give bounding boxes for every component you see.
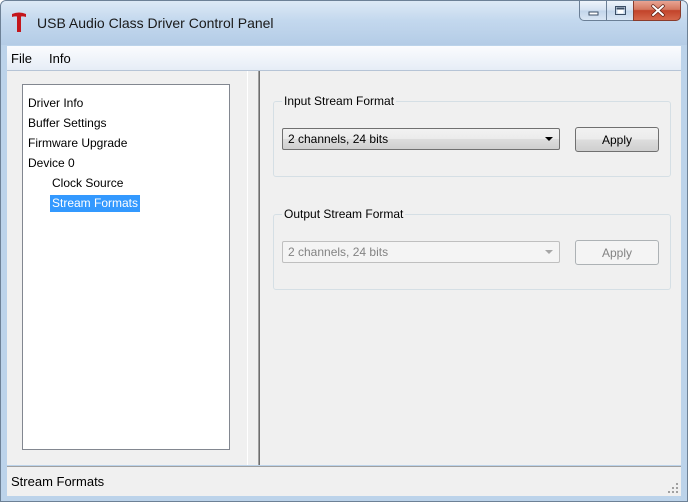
navigation-tree[interactable]: Driver Info Buffer Settings Firmware Upg…: [22, 84, 230, 450]
navigation-pane: Driver Info Buffer Settings Firmware Upg…: [7, 71, 247, 465]
chevron-down-icon: [545, 250, 553, 254]
input-stream-value: 2 channels, 24 bits: [288, 132, 389, 146]
maximize-icon: [615, 6, 626, 15]
output-stream-value: 2 channels, 24 bits: [288, 245, 389, 259]
output-stream-title: Output Stream Format: [282, 207, 406, 221]
menu-file[interactable]: File: [11, 51, 32, 66]
t-logo-icon: [12, 12, 26, 32]
minimize-icon: [588, 11, 599, 16]
input-apply-button[interactable]: Apply: [575, 127, 659, 152]
tree-item-firmware-upgrade[interactable]: Firmware Upgrade: [26, 135, 129, 152]
status-bar: Stream Formats: [7, 466, 681, 496]
minimize-button[interactable]: [579, 1, 606, 21]
tree-item-device-0[interactable]: Device 0: [26, 155, 77, 172]
title-bar[interactable]: USB Audio Class Driver Control Panel: [1, 1, 687, 45]
pane-splitter[interactable]: [247, 71, 259, 465]
tree-item-driver-info[interactable]: Driver Info: [26, 95, 85, 112]
chevron-down-icon: [545, 137, 553, 141]
tree-item-stream-formats[interactable]: Stream Formats: [50, 195, 141, 212]
input-stream-title: Input Stream Format: [282, 94, 397, 108]
caption-buttons: [579, 1, 681, 22]
output-apply-button[interactable]: Apply: [575, 240, 659, 265]
input-stream-select[interactable]: 2 channels, 24 bits: [282, 128, 560, 150]
menu-bar: File Info: [7, 46, 681, 71]
output-stream-select[interactable]: 2 channels, 24 bits: [282, 241, 560, 263]
maximize-button[interactable]: [606, 1, 633, 21]
window-title: USB Audio Class Driver Control Panel: [37, 15, 274, 31]
status-text: Stream Formats: [11, 474, 105, 489]
stream-formats-panel: Input Stream Format 2 channels, 24 bits …: [260, 71, 681, 465]
client-area: Driver Info Buffer Settings Firmware Upg…: [7, 71, 681, 465]
app-window: USB Audio Class Driver Control Panel Fil…: [0, 0, 688, 502]
tree-item-buffer-settings[interactable]: Buffer Settings: [26, 115, 109, 132]
menu-info[interactable]: Info: [49, 51, 71, 66]
input-stream-group: Input Stream Format 2 channels, 24 bits …: [273, 94, 671, 177]
output-stream-group: Output Stream Format 2 channels, 24 bits…: [273, 207, 671, 290]
resize-grip-icon[interactable]: [667, 482, 679, 494]
close-button[interactable]: [633, 1, 681, 21]
tree-item-clock-source[interactable]: Clock Source: [50, 175, 125, 192]
close-icon: [651, 4, 665, 17]
